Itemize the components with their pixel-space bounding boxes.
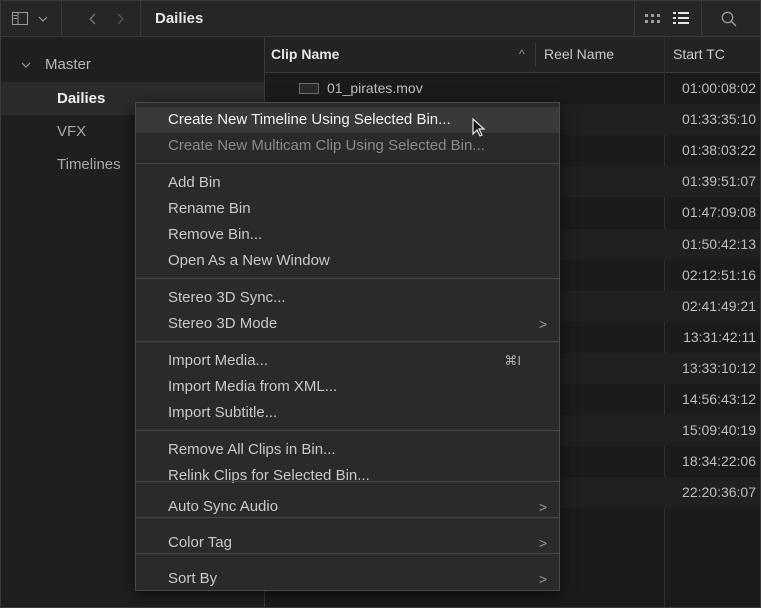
- menu-item-label: Relink Clips for Selected Bin...: [168, 467, 370, 484]
- menu-item-sort-by[interactable]: Sort By >: [136, 561, 559, 597]
- divider: [140, 1, 141, 36]
- sidebar-item-label: Master: [45, 56, 91, 73]
- menu-item-rename-bin[interactable]: Rename Bin: [136, 196, 559, 222]
- menu-separator: [136, 278, 559, 279]
- menu-item-stereo-3d-mode[interactable]: Stereo 3D Mode >: [136, 311, 559, 337]
- media-pool-window: Dailies Master Dailies VFX Timelines Cli…: [0, 0, 761, 608]
- chevron-down-icon[interactable]: [35, 1, 51, 36]
- start-tc-cell: 01:38:03:22: [682, 142, 756, 159]
- start-tc-cell: 01:50:42:13: [682, 235, 756, 252]
- menu-item-label: Color Tag: [168, 534, 232, 551]
- menu-item-label: Add Bin: [168, 174, 221, 191]
- menu-separator: [136, 481, 559, 482]
- shortcut-label: ⌘I: [504, 353, 521, 368]
- sidebar-item-master[interactable]: Master: [1, 47, 264, 82]
- menu-item-label: Remove Bin...: [168, 226, 263, 243]
- start-tc-cell: 01:39:51:07: [682, 173, 756, 190]
- divider: [634, 1, 635, 36]
- menu-item-import-subtitle[interactable]: Import Subtitle...: [136, 400, 559, 426]
- chevron-right-icon: >: [538, 571, 547, 587]
- sidebar-item-label: Dailies: [57, 90, 106, 107]
- context-menu: Create New Timeline Using Selected Bin..…: [135, 102, 560, 591]
- divider: [535, 43, 536, 66]
- menu-item-label: Import Media from XML...: [168, 378, 338, 395]
- column-header-start-tc[interactable]: Start TC: [673, 37, 725, 72]
- chevron-right-icon: >: [538, 499, 547, 515]
- menu-item-stereo-3d-sync[interactable]: Stereo 3D Sync...: [136, 285, 559, 311]
- menu-separator: [136, 553, 559, 554]
- menu-item-add-bin[interactable]: Add Bin: [136, 170, 559, 196]
- sidebar-item-label: Timelines: [57, 156, 121, 173]
- menu-item-auto-sync-audio[interactable]: Auto Sync Audio >: [136, 489, 559, 525]
- menu-item-import-media[interactable]: Import Media... ⌘I: [136, 348, 559, 374]
- table-row[interactable]: 01_pirates.mov 01:00:08:02: [265, 73, 760, 104]
- menu-item-relink-clips[interactable]: Relink Clips for Selected Bin...: [136, 463, 559, 489]
- menu-item-label: Sort By: [168, 570, 218, 587]
- start-tc-cell: 22:20:36:07: [682, 484, 756, 501]
- table-header: Clip Name ^ Reel Name Start TC: [265, 37, 760, 73]
- menu-item-remove-bin[interactable]: Remove Bin...: [136, 222, 559, 248]
- menu-item-create-timeline[interactable]: Create New Timeline Using Selected Bin..…: [136, 107, 559, 133]
- menu-item-label: Auto Sync Audio: [168, 498, 279, 515]
- menu-item-label: Stereo 3D Sync...: [168, 289, 286, 306]
- menu-separator: [136, 163, 559, 164]
- divider: [61, 1, 62, 36]
- column-header-reel-name[interactable]: Reel Name: [544, 37, 614, 72]
- menu-separator: [136, 517, 559, 518]
- menu-item-label: Create New Timeline Using Selected Bin..…: [168, 111, 451, 128]
- chevron-right-icon: >: [538, 316, 547, 332]
- start-tc-cell: 01:00:08:02: [682, 80, 756, 96]
- menu-separator: [136, 341, 559, 342]
- start-tc-cell: 13:31:42:11: [683, 328, 756, 345]
- menu-item-label: Open As a New Window: [168, 252, 330, 269]
- menu-item-label: Import Subtitle...: [168, 404, 278, 421]
- menu-item-label: Remove All Clips in Bin...: [168, 441, 336, 458]
- back-icon[interactable]: [86, 1, 100, 36]
- sidebar-item-label: VFX: [57, 123, 87, 140]
- menu-item-label: Rename Bin: [168, 200, 251, 217]
- search-icon[interactable]: [719, 1, 739, 36]
- menu-item-label: Create New Multicam Clip Using Selected …: [168, 137, 485, 154]
- panel-icon[interactable]: [9, 1, 31, 36]
- menu-item-label: Import Media...: [168, 352, 269, 369]
- menu-item-open-new-window[interactable]: Open As a New Window: [136, 248, 559, 274]
- menu-separator: [136, 430, 559, 431]
- grid-view-icon[interactable]: [642, 1, 664, 36]
- bin-title: Dailies: [155, 10, 204, 27]
- clip-thumbnail-icon: [299, 83, 319, 94]
- mouse-cursor-icon: [471, 117, 489, 138]
- clip-name: 01_pirates.mov: [327, 80, 423, 96]
- start-tc-cell: 02:41:49:21: [682, 297, 756, 314]
- start-tc-cell: 18:34:22:06: [682, 453, 756, 470]
- start-tc-cell: 02:12:51:16: [682, 266, 756, 283]
- chevron-down-icon[interactable]: [21, 47, 31, 82]
- start-tc-cell: 01:33:35:10: [682, 111, 756, 128]
- list-view-icon[interactable]: [670, 1, 692, 36]
- menu-item-import-media-xml[interactable]: Import Media from XML...: [136, 374, 559, 400]
- top-bar: Dailies: [1, 1, 760, 37]
- menu-item-color-tag[interactable]: Color Tag >: [136, 525, 559, 561]
- divider: [701, 1, 702, 36]
- chevron-right-icon: >: [538, 535, 547, 551]
- column-header-clip-name[interactable]: Clip Name: [271, 37, 339, 72]
- start-tc-cell: 01:47:09:08: [682, 204, 756, 221]
- menu-item-create-multicam[interactable]: Create New Multicam Clip Using Selected …: [136, 133, 559, 159]
- sort-ascending-icon[interactable]: ^: [519, 37, 525, 72]
- start-tc-cell: 13:33:10:12: [682, 359, 756, 376]
- menu-item-remove-all-clips[interactable]: Remove All Clips in Bin...: [136, 437, 559, 463]
- start-tc-cell: 14:56:43:12: [682, 391, 756, 407]
- forward-icon[interactable]: [113, 1, 127, 36]
- start-tc-cell: 15:09:40:19: [682, 422, 756, 439]
- menu-item-label: Stereo 3D Mode: [168, 315, 278, 332]
